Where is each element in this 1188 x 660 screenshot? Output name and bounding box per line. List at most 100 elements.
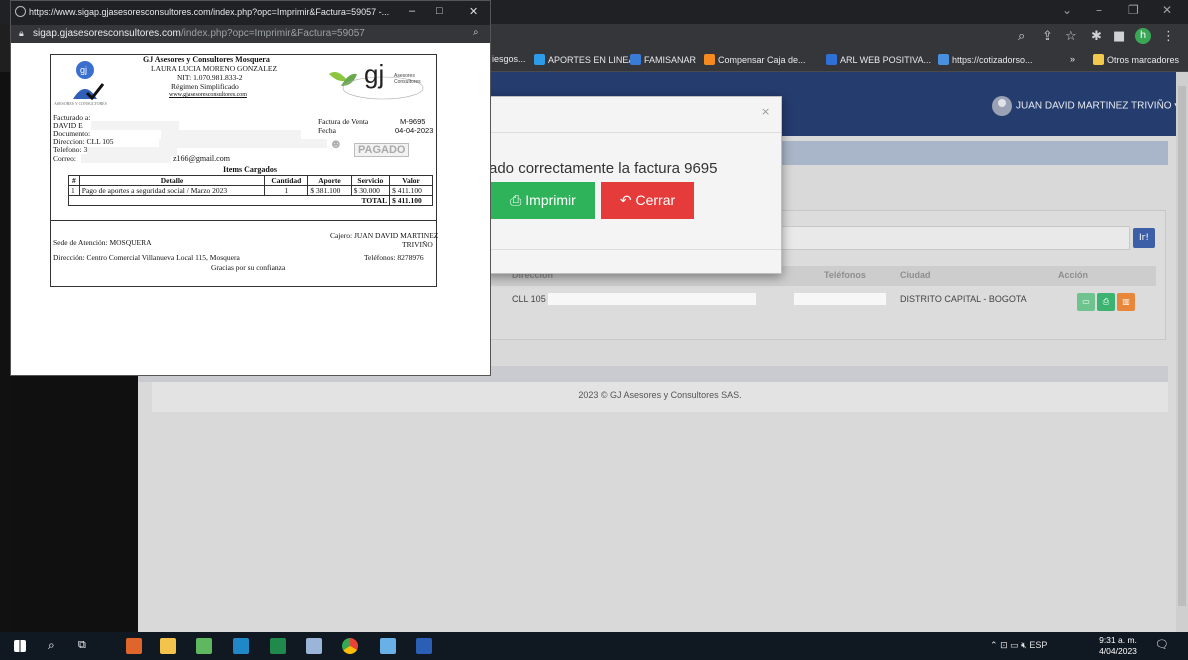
col-aporte: Aporte <box>307 175 352 186</box>
col-qty: Cantidad <box>264 175 309 186</box>
modal-close-icon[interactable]: × <box>761 105 770 118</box>
clock[interactable]: 9:31 a. m. 4/04/2023 <box>1098 635 1138 657</box>
col-ciudad: Ciudad <box>900 270 931 280</box>
bookmark-item[interactable]: https://cotizadorso... <box>938 54 1033 65</box>
print-popup-window: https://www.sigap.gjasesoresconsultores.… <box>10 0 491 376</box>
cashier-line2: TRIVIÑO <box>402 240 433 249</box>
svg-text:gj: gj <box>80 65 87 75</box>
popup-titlebar: https://www.sigap.gjasesoresconsultores.… <box>11 1 490 25</box>
bookmark-favicon <box>704 54 715 65</box>
cashier-line1: Cajero: JUAN DAVID MARTINEZ <box>330 231 439 240</box>
bookmark-item[interactable]: ARL WEB POSITIVA... <box>826 54 931 65</box>
bookmark-item[interactable]: APORTES EN LINEA <box>534 54 634 65</box>
redacted-email <box>81 154 171 163</box>
system-tray[interactable]: ⌃ ⊡ ▭ 🔇︎ ESP <box>990 640 1047 651</box>
excel-icon[interactable] <box>270 638 286 654</box>
file-explorer-icon[interactable] <box>160 638 176 654</box>
user-menu[interactable]: JUAN DAVID MARTINEZ TRIVIÑO ▾ <box>992 96 1179 116</box>
footer-text: 2023 © GJ Asesores y Consultores SAS. <box>578 390 742 400</box>
company-name: GJ Asesores y Consultores Mosquera <box>143 55 270 64</box>
popup-url[interactable]: sigap.gjasesoresconsultores.com/index.ph… <box>33 28 365 39</box>
maximize-icon[interactable]: □ <box>436 5 443 17</box>
office-label: Sede de Atención: MOSQUERA <box>53 238 152 247</box>
website-link[interactable]: www.gjasesoresconsultores.com <box>169 91 247 100</box>
scrollbar-thumb[interactable] <box>1178 86 1186 606</box>
notifications-icon[interactable]: 🗨︎ <box>1155 638 1171 654</box>
calculator-icon[interactable] <box>196 638 212 654</box>
col-servicio: Servicio <box>350 175 391 186</box>
share-icon[interactable]: ⇪ <box>1042 29 1053 44</box>
modal-divider <box>487 132 781 133</box>
minimize-icon[interactable]: – <box>1096 3 1102 17</box>
email-label: Correo: <box>53 154 76 163</box>
close-button[interactable]: ↶ Cerrar <box>601 182 694 219</box>
bookmark-item[interactable]: Compensar Caja de... <box>704 54 806 65</box>
bookmark-item[interactable]: iesgos... <box>492 54 526 64</box>
regime: Régimen Simplificado <box>171 82 239 91</box>
minimize-icon[interactable]: – <box>409 5 415 17</box>
close-window-icon[interactable]: ✕ <box>1162 3 1172 17</box>
outlook-icon[interactable] <box>233 638 249 654</box>
redacted-address <box>548 293 756 305</box>
volume-muted-icon[interactable]: 🔇︎ <box>1021 640 1027 650</box>
zoom-icon[interactable]: ⌕ <box>473 27 479 38</box>
invoice-divider <box>51 220 436 221</box>
word-icon[interactable] <box>416 638 432 654</box>
col-num: # <box>68 175 80 186</box>
menu-kebab-icon[interactable]: ⋮ <box>1162 29 1175 44</box>
total-value: $ 411.100 <box>389 195 433 206</box>
app-sigap-icon[interactable] <box>126 638 142 654</box>
snipping-tool-icon[interactable] <box>306 638 322 654</box>
search-go-button[interactable]: Ir! <box>1133 228 1155 248</box>
delete-icon[interactable]: ▥ <box>1117 293 1135 311</box>
star-icon[interactable]: ☆ <box>1065 29 1077 44</box>
print-icon[interactable]: ⎙ <box>1097 293 1115 311</box>
item-aporte: $ 381.100 <box>307 185 352 196</box>
table-row: CLL 105 DISTRITO CAPITAL - BOGOTA <box>490 288 1156 312</box>
page-scrollbar[interactable] <box>1176 72 1188 632</box>
logo-left-caption: ASESORES Y CONSULTORES <box>54 101 107 106</box>
thanks-text: Gracias por su confianza <box>211 263 286 272</box>
search-icon[interactable]: ⌕ <box>1018 29 1025 44</box>
col-valor: Valor <box>389 175 433 186</box>
chevron-up-icon[interactable]: ⌃ <box>990 640 998 650</box>
items-title: Items Cargados <box>223 165 277 174</box>
profile-avatar[interactable]: h <box>1135 28 1151 44</box>
bookmark-item[interactable]: FAMISANAR <box>630 54 696 65</box>
task-view-icon[interactable]: ⧉ <box>78 638 94 654</box>
bookmarks-overflow[interactable]: » <box>1070 54 1075 64</box>
bookmark-folder[interactable]: Otros marcadores <box>1093 54 1179 65</box>
extensions-icon[interactable]: ✱ <box>1091 29 1102 44</box>
user-avatar-icon <box>992 96 1012 116</box>
view-icon[interactable]: ▭ <box>1077 293 1095 311</box>
undo-icon: ↶ <box>619 192 636 208</box>
print-button[interactable]: ⎙ Imprimir <box>491 182 595 219</box>
row-city: DISTRITO CAPITAL - BOGOTA <box>900 294 1027 304</box>
bookmark-favicon <box>938 54 949 65</box>
windows-start-icon[interactable] <box>14 640 26 652</box>
items-table: # Detalle Cantidad Aporte Servicio Valor… <box>67 175 433 206</box>
sidepanel-icon[interactable]: ■ <box>1113 29 1125 44</box>
invoice: gj ASESORES Y CONSULTORES GJ Asesores y … <box>50 54 439 287</box>
restore-icon[interactable]: ❐ <box>1128 3 1139 17</box>
modal-divider <box>487 249 781 250</box>
chevron-down-icon[interactable]: ⌄ <box>1062 3 1072 17</box>
col-accion: Acción <box>1058 270 1089 280</box>
app-icon[interactable] <box>380 638 396 654</box>
language-indicator[interactable]: ESP <box>1029 640 1047 650</box>
confirmation-modal: × ado correctamente la factura 9695 ⎙ Im… <box>486 96 782 274</box>
popup-address-bar[interactable]: 🔒︎ sigap.gjasesoresconsultores.com/index… <box>11 25 490 43</box>
user-name: JUAN DAVID MARTINEZ TRIVIÑO <box>1016 100 1172 112</box>
close-icon[interactable]: ✕ <box>469 5 478 18</box>
chrome-icon[interactable] <box>342 638 358 654</box>
search-icon[interactable]: ⌕ <box>48 638 64 654</box>
col-telefonos: Teléfonos <box>824 270 866 280</box>
date-label: Fecha <box>318 126 336 135</box>
redacted-phone <box>794 293 886 305</box>
battery-icon[interactable]: ▭ <box>1010 640 1019 650</box>
network-icon[interactable]: ⊡ <box>1000 640 1008 650</box>
redacted-client <box>91 121 179 130</box>
table-row: 1 Pago de aportes a seguridad social / M… <box>68 185 433 196</box>
bookmark-favicon <box>826 54 837 65</box>
redacted-document <box>161 130 301 139</box>
